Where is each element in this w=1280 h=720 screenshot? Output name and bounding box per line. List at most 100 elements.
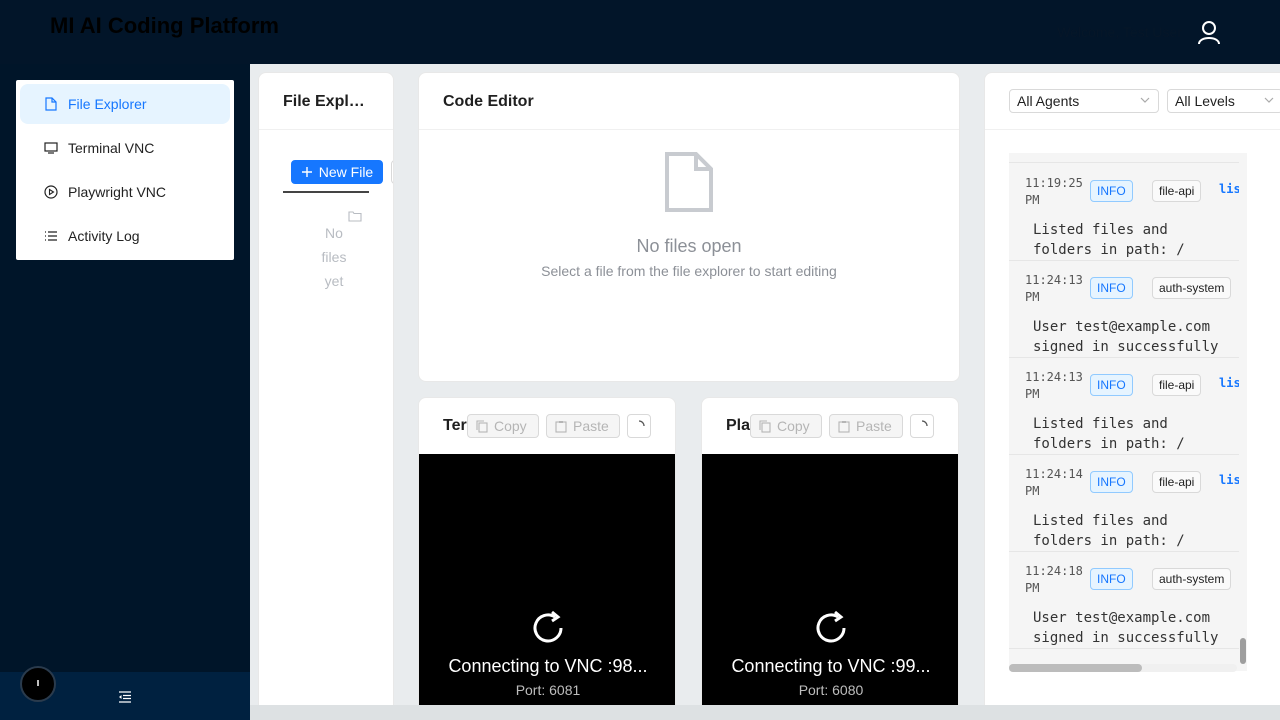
- sidebar-item-label: File Explorer: [68, 96, 147, 112]
- play-circle-icon: [44, 185, 58, 199]
- log-entry: 11:24:18 PM INFO auth-system User test@e…: [1009, 552, 1247, 649]
- new-file-label: New File: [318, 164, 374, 180]
- vertical-scrollbar-track[interactable]: [1239, 153, 1247, 671]
- vnc-screen[interactable]: Connecting to VNC :98... Port: 6081: [419, 454, 675, 720]
- sidebar-item-label: Activity Log: [68, 228, 140, 244]
- agent-filter-value: All Agents: [1017, 93, 1080, 109]
- vnc-status: Connecting to VNC :98...: [448, 656, 648, 676]
- horizontal-scrollbar-thumb[interactable]: [1009, 664, 1142, 672]
- sidebar-item-label: Terminal VNC: [68, 140, 155, 156]
- sync-icon: [816, 610, 846, 643]
- vnc-port: Port: 6080: [798, 682, 864, 698]
- folder-icon: [331, 205, 379, 222]
- empty-word: yet: [324, 273, 344, 289]
- welcome-text: Welcome, Test User: [1057, 24, 1182, 40]
- loading-icon: [638, 420, 645, 427]
- level-filter-select[interactable]: All Levels: [1167, 89, 1280, 113]
- log-source-tag: file-api: [1152, 180, 1202, 202]
- file-tree-empty: No files yet: [299, 205, 379, 293]
- vertical-splitter[interactable]: [402, 64, 410, 705]
- vnc-status: Connecting to VNC :99...: [731, 656, 931, 676]
- chevron-down-icon: [1140, 97, 1150, 103]
- playwright-vnc-title: Pla: [726, 417, 750, 434]
- log-time: 11:24:14 PM: [1025, 467, 1083, 498]
- copy-button[interactable]: Copy: [750, 414, 822, 438]
- code-editor-title: Code Editor: [419, 73, 959, 130]
- log-message: Listed files and folders in path: /: [1033, 416, 1185, 452]
- empty-word: files: [321, 249, 347, 265]
- log-source-tag: auth-system: [1152, 568, 1232, 590]
- log-function: lis: [1219, 376, 1241, 390]
- sidebar-item-activity-log[interactable]: Activity Log: [20, 216, 230, 256]
- copy-icon: [476, 419, 488, 433]
- log-message: Listed files and folders in path: /: [1033, 513, 1185, 549]
- log-time: 11:24:18 PM: [1025, 564, 1083, 595]
- log-time: 11:19:25 PM: [1025, 176, 1083, 207]
- log-message: Listed files and folders in path: /: [1033, 222, 1185, 258]
- terminal-vnc-panel: Ter Copy Paste Connecting to VNC :98... …: [418, 397, 676, 720]
- file-explorer-title: File Expl…: [259, 73, 393, 130]
- log-entry: 11:24:13 PM INFO file-api lis Listed fil…: [1009, 358, 1247, 455]
- horizontal-scrollbar[interactable]: [1009, 664, 1237, 672]
- sidebar: File Explorer Terminal VNC Playwright VN…: [0, 64, 250, 720]
- app-header: MI AI Coding Platform Welcome, Test User: [0, 0, 1280, 64]
- content-bottom-edge: [250, 705, 1280, 720]
- user-icon: [1198, 21, 1220, 45]
- reload-button[interactable]: [627, 414, 651, 438]
- app-title: MI AI Coding Platform: [50, 13, 279, 38]
- reload-button[interactable]: [910, 414, 934, 438]
- level-filter-value: All Levels: [1175, 93, 1235, 109]
- user-avatar[interactable]: [1189, 12, 1229, 52]
- copy-label: Copy: [777, 418, 810, 434]
- log-entry-partial: [1009, 153, 1247, 163]
- paste-label: Paste: [856, 418, 892, 434]
- paste-icon: [838, 420, 850, 433]
- paste-button[interactable]: Paste: [829, 414, 903, 438]
- sidebar-item-file-explorer[interactable]: File Explorer: [20, 84, 230, 124]
- sidebar-item-playwright-vnc[interactable]: Playwright VNC: [20, 172, 230, 212]
- log-entry: 11:19:25 PM INFO file-api lis Listed fil…: [1009, 164, 1247, 261]
- copy-button[interactable]: Copy: [467, 414, 539, 438]
- sync-icon: [533, 610, 563, 643]
- sidebar-menu: File Explorer Terminal VNC Playwright VN…: [16, 80, 234, 260]
- sidebar-item-label: Playwright VNC: [68, 184, 167, 200]
- log-list[interactable]: 11:19:25 PM INFO file-api lis Listed fil…: [1009, 153, 1247, 671]
- log-filters: All Agents All Levels: [985, 73, 1280, 130]
- log-time: 11:24:13 PM: [1025, 273, 1083, 304]
- code-editor-panel: Code Editor No files open Select a file …: [418, 72, 960, 382]
- log-function: lis: [1219, 473, 1241, 487]
- file-icon: [44, 97, 58, 111]
- horizontal-splitter[interactable]: [410, 381, 968, 389]
- file-explorer-panel: File Expl… New File No files yet: [258, 72, 394, 720]
- log-level-tag: INFO: [1090, 180, 1133, 202]
- menu-fold-icon: [118, 690, 132, 708]
- log-source-tag: file-api: [1152, 471, 1202, 493]
- plus-icon: [301, 167, 312, 177]
- vertical-scrollbar-thumb[interactable]: [1240, 638, 1246, 664]
- file-outline-icon: [665, 152, 713, 212]
- terminal-vnc-title: Ter: [443, 417, 467, 434]
- paste-label: Paste: [573, 418, 609, 434]
- vnc-port: Port: 6081: [515, 682, 581, 698]
- new-file-button[interactable]: New File: [291, 160, 383, 184]
- vnc-screen[interactable]: Connecting to VNC :99... Port: 6080: [702, 454, 958, 720]
- no-files-title: No files open: [636, 236, 742, 256]
- log-entry: 11:24:14 PM INFO file-api lis Listed fil…: [1009, 455, 1247, 552]
- playwright-vnc-header: Pla Copy Paste: [702, 398, 958, 454]
- paste-button[interactable]: Paste: [546, 414, 620, 438]
- select-file-hint: Select a file from the file explorer to …: [541, 263, 837, 279]
- agent-filter-select[interactable]: All Agents: [1009, 89, 1159, 113]
- floating-action-button[interactable]: [20, 666, 56, 702]
- editor-empty-state: No files open Select a file from the fil…: [419, 151, 959, 279]
- log-function: lis: [1219, 182, 1241, 196]
- new-folder-button[interactable]: [391, 160, 393, 184]
- chevron-down-icon: [1264, 97, 1274, 103]
- playwright-vnc-panel: Pla Copy Paste Connecting to VNC :99... …: [701, 397, 959, 720]
- log-time: 11:24:13 PM: [1025, 370, 1083, 401]
- vertical-splitter[interactable]: [968, 64, 976, 705]
- tab-underline: [283, 191, 369, 193]
- log-entry: 11:24:13 PM INFO auth-system User test@e…: [1009, 261, 1247, 358]
- loading-icon: [921, 420, 928, 427]
- sidebar-item-terminal-vnc[interactable]: Terminal VNC: [20, 128, 230, 168]
- log-level-tag: INFO: [1090, 568, 1133, 590]
